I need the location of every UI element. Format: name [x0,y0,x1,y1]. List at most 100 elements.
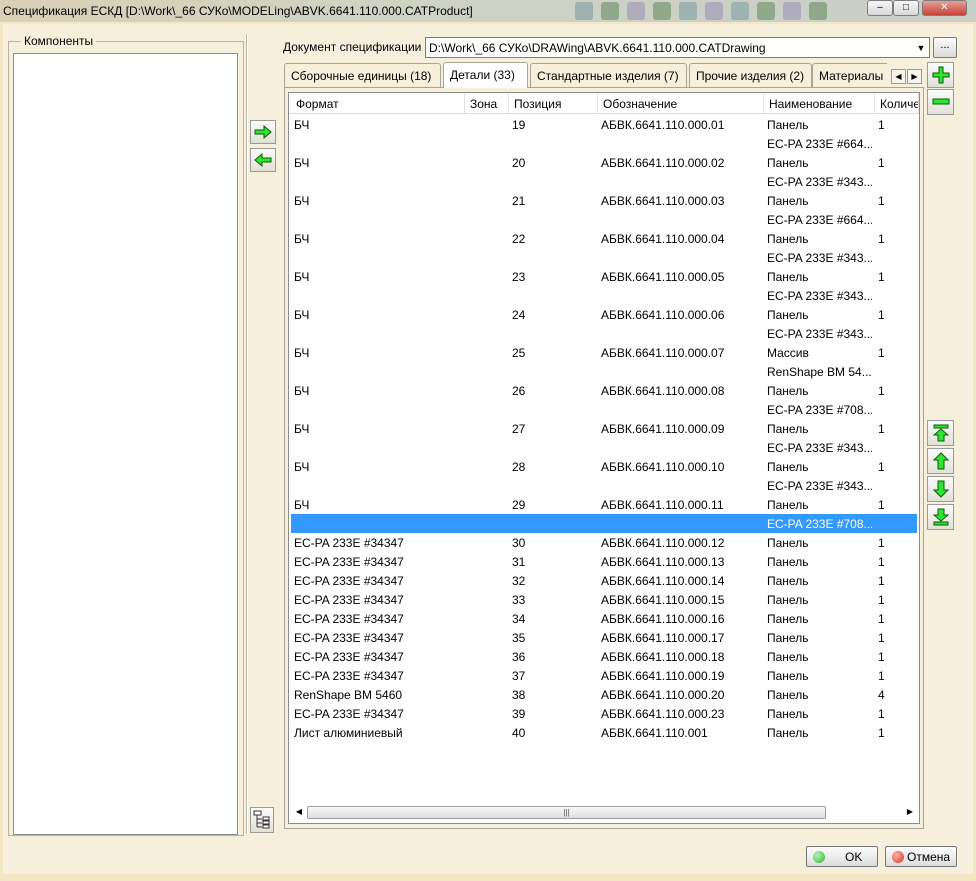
table-row[interactable]: EC-PA 233E #343... [291,286,917,305]
table-row[interactable]: БЧ 23 АБВК.6641.110.000.05 Панель 1 [291,267,917,286]
remove-button[interactable] [927,89,954,115]
cell-quantity: 1 [878,650,885,664]
cell-designation: АБВК.6641.110.000.06 [601,308,725,322]
table-row[interactable]: EC-PA 233E #343... [291,248,917,267]
move-top-button[interactable] [927,420,954,446]
scroll-right-button[interactable]: ▶ [904,807,916,816]
cell-designation: АБВК.6641.110.000.18 [601,650,725,664]
move-up-button[interactable] [927,448,954,474]
cell-designation: АБВК.6641.110.000.15 [601,593,725,607]
table-row[interactable]: БЧ 22 АБВК.6641.110.000.04 Панель 1 [291,229,917,248]
spec-document-select[interactable]: D:\Work\_66 СУКо\DRAWing\ABVK.6641.110.0… [425,37,930,58]
cell-quantity: 1 [878,555,885,569]
table-panel: Формат Зона Позиция Обозначение Наименов… [284,87,924,829]
column-header-designation[interactable]: Обозначение [598,93,764,114]
scroll-left-button[interactable]: ◀ [293,807,305,816]
cell-quantity: 1 [878,612,885,626]
cell-position: 22 [512,232,526,246]
column-header-position[interactable]: Позиция [509,93,598,114]
close-button[interactable]: ✕ [922,0,967,16]
column-header-zone[interactable]: Зона [465,93,509,114]
table-row[interactable]: EC-PA 233E #708... [291,514,917,533]
cell-name: Панель [767,460,809,474]
cell-quantity: 1 [878,574,885,588]
table-row[interactable]: RenShape BM 5460 38 АБВК.6641.110.000.20 Па… [291,685,917,704]
tab-standard-items[interactable]: Стандартные изделия (7) [530,63,687,87]
column-header-quantity[interactable]: Количество [875,93,919,114]
table-row[interactable]: БЧ 24 АБВК.6641.110.000.06 Панель 1 [291,305,917,324]
cell-name: EC-PA 233E #343... [767,289,872,303]
table-row[interactable]: EC-PA 233E #34347 39 АБВК.6641.110.000.23 П… [291,704,917,723]
cell-format: EC-PA 233E #34347 [294,555,404,569]
add-button[interactable] [927,62,954,88]
tab-scroll-right-button[interactable]: ▶ [907,69,922,84]
cell-designation: АБВК.6641.110.000.13 [601,555,725,569]
table-row[interactable]: БЧ 28 АБВК.6641.110.000.10 Панель 1 [291,457,917,476]
chevron-down-icon[interactable]: ▼ [915,41,927,55]
table-row[interactable]: БЧ 19 АБВК.6641.110.000.01 Панель 1 [291,115,917,134]
move-left-button[interactable] [250,148,276,172]
table-row[interactable]: БЧ 25 АБВК.6641.110.000.07 Массив 1 [291,343,917,362]
table-row[interactable]: EC-PA 233E #664... [291,210,917,229]
table-row[interactable]: БЧ 20 АБВК.6641.110.000.02 Панель 1 [291,153,917,172]
tree-icon [253,810,270,829]
cell-name: Панель [767,574,809,588]
table-row[interactable]: БЧ 26 АБВК.6641.110.000.08 Панель 1 [291,381,917,400]
components-list[interactable] [13,53,238,835]
table-row[interactable]: RenShape BM 54... [291,362,917,381]
cell-designation: АБВК.6641.110.000.16 [601,612,725,626]
table-row[interactable]: EC-PA 233E #34347 31 АБВК.6641.110.000.13 П… [291,552,917,571]
table-row[interactable]: EC-PA 233E #34347 33 АБВК.6641.110.000.15 П… [291,590,917,609]
table-row[interactable]: EC-PA 233E #708... [291,400,917,419]
table-row[interactable]: EC-PA 233E #343... [291,438,917,457]
cell-format: EC-PA 233E #34347 [294,707,404,721]
move-right-button[interactable] [250,120,276,144]
table-row[interactable]: EC-PA 233E #34347 35 АБВК.6641.110.000.17 П… [291,628,917,647]
table-row[interactable]: EC-PA 233E #34347 34 АБВК.6641.110.000.16 П… [291,609,917,628]
minimize-button[interactable]: – [867,0,893,16]
tab-materials[interactable]: Материалы (1) [812,63,887,87]
table-row[interactable]: EC-PA 233E #343... [291,324,917,343]
tab-other-items[interactable]: Прочие изделия (2) [689,63,812,87]
horizontal-scrollbar[interactable]: ◀ ||| ▶ [292,804,918,821]
table-row[interactable]: EC-PA 233E #664... [291,134,917,153]
table-row[interactable]: EC-PA 233E #34347 37 АБВК.6641.110.000.19 П… [291,666,917,685]
ok-button[interactable]: OK [806,846,878,867]
table-row[interactable]: EC-PA 233E #343... [291,476,917,495]
cell-designation: АБВК.6641.110.000.05 [601,270,725,284]
maximize-button[interactable]: □ [893,0,919,16]
column-header-format[interactable]: Формат [291,93,465,114]
scroll-thumb[interactable]: ||| [307,806,826,819]
tab-scroll-left-button[interactable]: ◀ [891,69,906,84]
move-down-button[interactable] [927,476,954,502]
browse-button[interactable]: ... [933,37,957,58]
cell-quantity: 4 [878,688,885,702]
tab-assemblies[interactable]: Сборочные единицы (18) [284,63,441,87]
cell-position: 39 [512,707,526,721]
tab-parts[interactable]: Детали (33) [443,62,528,88]
cell-name: Панель [767,555,809,569]
table-row[interactable]: EC-PA 233E #34347 36 АБВК.6641.110.000.18 П… [291,647,917,666]
tree-sort-button[interactable] [250,807,274,833]
cell-name: Панель [767,650,809,664]
column-header-name[interactable]: Наименование [764,93,875,114]
splitter[interactable] [246,34,248,834]
cancel-button[interactable]: Отмена [885,846,957,867]
cell-quantity: 1 [878,270,885,284]
arrow-right-icon [254,125,272,139]
table-row[interactable]: БЧ 29 АБВК.6641.110.000.11 Панель 1 [291,495,917,514]
table-row[interactable]: EC-PA 233E #34347 32 АБВК.6641.110.000.14 П… [291,571,917,590]
move-bottom-button[interactable] [927,504,954,530]
cell-designation: АБВК.6641.110.000.09 [601,422,725,436]
cell-name: EC-PA 233E #708... [767,403,872,417]
table-row[interactable]: EC-PA 233E #34347 30 АБВК.6641.110.000.12 П… [291,533,917,552]
table-row[interactable]: EC-PA 233E #343... [291,172,917,191]
table-row[interactable]: БЧ 27 АБВК.6641.110.000.09 Панель 1 [291,419,917,438]
cell-designation: АБВК.6641.110.000.02 [601,156,725,170]
parts-table[interactable]: Формат Зона Позиция Обозначение Наименов… [288,92,920,824]
cell-position: 34 [512,612,526,626]
cell-position: 20 [512,156,526,170]
table-row[interactable]: БЧ 21 АБВК.6641.110.000.03 Панель 1 [291,191,917,210]
minus-icon [932,98,949,105]
table-row[interactable]: Лист алюминиевый 40 АБВК.6641.110.001 Панел… [291,723,917,742]
